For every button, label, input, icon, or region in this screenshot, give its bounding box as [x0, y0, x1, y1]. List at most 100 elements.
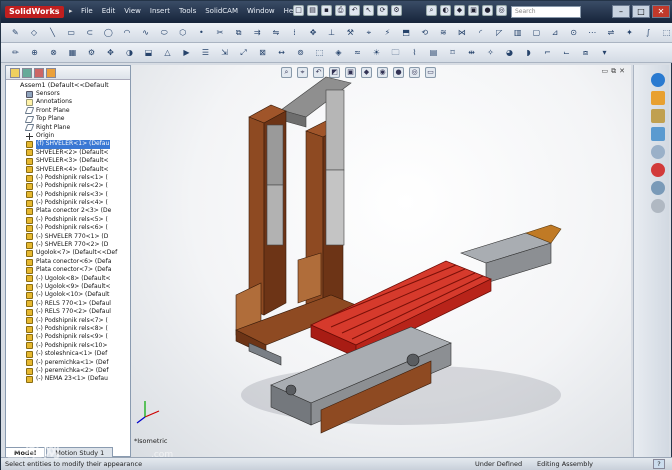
rib-icon[interactable]: ▥: [511, 26, 524, 39]
quick-snaps-icon[interactable]: ⌖: [363, 26, 376, 39]
chamfer-icon[interactable]: ◸: [493, 26, 506, 39]
tree-item[interactable]: Front Plane: [6, 107, 130, 115]
exploded-view-icon[interactable]: ⇲: [218, 46, 231, 59]
solidworks-resources-icon[interactable]: [651, 73, 665, 87]
trim-icon[interactable]: ✂: [214, 26, 227, 39]
graphics-viewport[interactable]: ⌕ ⌖ ↶ ◩ ▣ ◆ ◉ ● ◎ ▭ ▭ ⧉ ✕ *Isometric: [131, 65, 631, 457]
polygon-icon[interactable]: ⬡: [176, 26, 189, 39]
shell-icon[interactable]: ▢: [530, 26, 543, 39]
previous-view-icon[interactable]: ◐: [440, 5, 451, 16]
new-document-icon[interactable]: □: [293, 5, 304, 16]
offset-icon[interactable]: ⇉: [251, 26, 264, 39]
tree-item[interactable]: (f) SHVELER<1> (Defau: [6, 140, 130, 149]
tree-item[interactable]: (-) SHVELER 770<2> (D: [6, 241, 130, 249]
routing-icon[interactable]: ⌇: [408, 46, 421, 59]
extrude-icon[interactable]: ⬒: [400, 26, 413, 39]
circle-icon[interactable]: ◯: [102, 26, 115, 39]
scene-icon[interactable]: ◎: [496, 5, 507, 16]
slot-icon[interactable]: ⊂: [83, 26, 96, 39]
tree-item[interactable]: Plata conector 2<3> (De: [6, 207, 130, 216]
clearance-verification-icon[interactable]: ↔: [275, 46, 288, 59]
zoom-icon[interactable]: ⌕: [426, 5, 437, 16]
tree-item[interactable]: (-) Ugolok<8> (Default<: [6, 275, 130, 283]
fillet-icon[interactable]: ◜: [474, 26, 487, 39]
mold-tools-icon[interactable]: ⧈: [579, 46, 592, 59]
file-explorer-icon[interactable]: [651, 109, 665, 123]
linear-pattern-icon[interactable]: ⋯: [586, 26, 599, 39]
hole-alignment-icon[interactable]: ⊚: [294, 46, 307, 59]
appearance-icon[interactable]: ●: [482, 5, 493, 16]
solidworks-logo[interactable]: SolidWorks: [5, 6, 64, 18]
custom-properties-icon[interactable]: [651, 163, 665, 177]
weldments-icon[interactable]: ⌙: [560, 46, 573, 59]
tree-item[interactable]: Top Plane: [6, 115, 130, 123]
tree-item[interactable]: Plata conector<6> (Defa: [6, 258, 130, 266]
convert-entities-icon[interactable]: ⧉: [232, 26, 245, 39]
logo-menu-arrow-icon[interactable]: ▸: [69, 7, 73, 15]
tree-item[interactable]: SHVELER<3> (Default<: [6, 157, 130, 165]
undo-icon[interactable]: ↶: [349, 5, 360, 16]
help-icon[interactable]: ?: [653, 459, 665, 469]
point-icon[interactable]: •: [195, 26, 208, 39]
appearances-icon[interactable]: ◕: [503, 46, 516, 59]
dropdown-arrow-icon[interactable]: ▾: [598, 46, 611, 59]
instant3d-2-icon[interactable]: ⬚: [313, 46, 326, 59]
search-field[interactable]: Search: [511, 6, 581, 18]
arc-icon[interactable]: ◠: [121, 26, 134, 39]
office-products-icon[interactable]: ✧: [484, 46, 497, 59]
tree-item[interactable]: Ugolok<7> (Default<<Def: [6, 249, 130, 258]
tree-item[interactable]: (-) peremichka<1> (Def: [6, 359, 130, 367]
menu-file[interactable]: File: [81, 7, 93, 15]
tree-item[interactable]: (-) Podshipnik rels<4> (: [6, 199, 130, 207]
tree-item[interactable]: (-) stoleshnica<1> (Def: [6, 350, 130, 358]
maximize-button[interactable]: □: [632, 5, 650, 18]
appearances-scenes-icon[interactable]: [651, 145, 665, 159]
rectangle-icon[interactable]: ▭: [65, 26, 78, 39]
configuration-manager-tab-icon[interactable]: [34, 68, 44, 78]
mate-icon[interactable]: ⊗: [47, 46, 60, 59]
drawing-icon[interactable]: ▤: [427, 46, 440, 59]
sheet-metal-icon[interactable]: ⌐: [541, 46, 554, 59]
view-palette-icon[interactable]: [651, 127, 665, 141]
tree-item[interactable]: (-) Podshipnik rels<9> (: [6, 333, 130, 342]
smart-fasteners-icon[interactable]: ⚙: [85, 46, 98, 59]
tree-item[interactable]: (-) Ugolok<9> (Default<: [6, 283, 130, 291]
repair-sketch-icon[interactable]: ⚒: [344, 26, 357, 39]
cnc-assembly-model[interactable]: [131, 65, 631, 457]
linear-component-pattern-icon[interactable]: ▦: [66, 46, 79, 59]
toolbox-icon[interactable]: 🗀: [389, 46, 402, 59]
menu-view[interactable]: View: [124, 7, 141, 15]
pattern-icon[interactable]: ⁞: [288, 26, 301, 39]
tree-item[interactable]: Annotations: [6, 98, 130, 107]
tree-item[interactable]: Origin: [6, 132, 130, 140]
tree-item[interactable]: (-) NEMA 23<1> (Defau: [6, 375, 130, 383]
select-icon[interactable]: ↖: [363, 5, 374, 16]
save-icon[interactable]: ▪: [321, 5, 332, 16]
new-motion-study-icon[interactable]: ▶: [180, 46, 193, 59]
tree-item[interactable]: (-) Podshipnik rels<6> (: [6, 224, 130, 232]
spline-icon[interactable]: ∿: [139, 26, 152, 39]
minimize-button[interactable]: –: [612, 5, 630, 18]
open-icon[interactable]: ▤: [307, 5, 318, 16]
reference-geometry-icon[interactable]: ✦: [623, 26, 636, 39]
dimxpert-manager-tab-icon[interactable]: [46, 68, 56, 78]
sketch-icon[interactable]: ✎: [9, 26, 22, 39]
tree-item[interactable]: SHVELER<4> (Default<: [6, 166, 130, 174]
menu-tools[interactable]: Tools: [179, 7, 196, 15]
tree-item[interactable]: (-) Podshipnik rels<2> (: [6, 182, 130, 190]
curves-icon[interactable]: ∫: [642, 26, 655, 39]
print-icon[interactable]: ⎙: [335, 5, 346, 16]
menu-solidcam[interactable]: SolidCAM: [205, 7, 238, 15]
menu-edit[interactable]: Edit: [102, 7, 116, 15]
solidcam-pane-icon[interactable]: [651, 181, 665, 195]
assembly-features-icon[interactable]: ⬓: [142, 46, 155, 59]
tree-item[interactable]: (-) Podshipnik rels<10>: [6, 342, 130, 350]
tree-item[interactable]: (-) SHVELER 770<1> (D: [6, 233, 130, 241]
simulation-icon[interactable]: ≈: [351, 46, 364, 59]
move-entities-icon[interactable]: ✥: [307, 26, 320, 39]
tree-item[interactable]: (-) peremichka<2> (Def: [6, 367, 130, 375]
rapid-sketch-icon[interactable]: ⚡: [381, 26, 394, 39]
tree-item[interactable]: SHVELER<2> (Default<: [6, 149, 130, 157]
solidcam-icon[interactable]: ◈: [332, 46, 345, 59]
sweep-icon[interactable]: ≋: [437, 26, 450, 39]
